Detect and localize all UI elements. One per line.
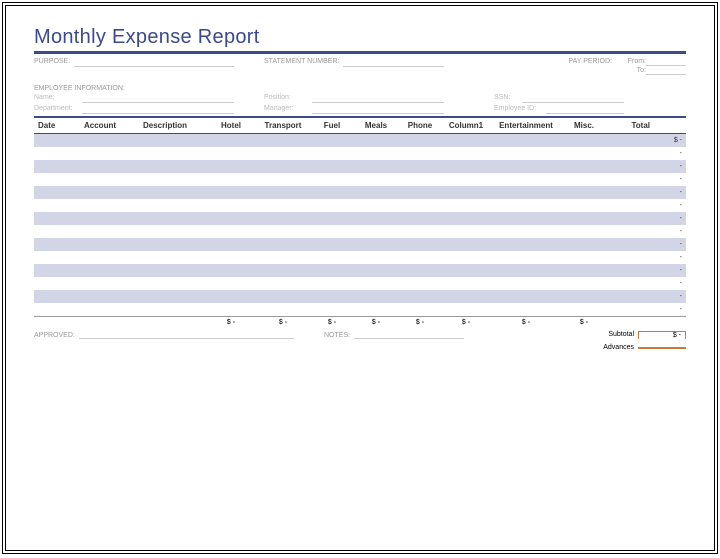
purpose-label: PURPOSE: [34, 58, 70, 75]
col-total: Total [606, 121, 654, 130]
total-phone: $ - [398, 319, 442, 326]
report-title: Monthly Expense Report [34, 26, 686, 54]
column-totals-row: $ - $ - $ - $ - $ - $ - $ - $ - [34, 316, 686, 328]
ssn-label: SSN: [494, 94, 522, 103]
from-field[interactable] [646, 58, 686, 66]
header-meta-row: PURPOSE: STATEMENT NUMBER: PAY PERIOD: F… [34, 58, 686, 75]
row-total: - [638, 293, 686, 300]
col-fuel: Fuel [310, 121, 354, 130]
table-row[interactable]: - [34, 147, 686, 160]
subtotal-label: Subtotal [586, 331, 638, 338]
table-row[interactable]: - [34, 251, 686, 264]
ssn-field[interactable] [522, 94, 624, 103]
row-total: - [638, 267, 686, 274]
total-transport: $ - [256, 319, 310, 326]
position-label: Position: [264, 94, 312, 103]
row-total: - [638, 254, 686, 261]
total-entertainment: $ - [490, 319, 562, 326]
row-total: - [638, 163, 686, 170]
total-hotel: $ - [206, 319, 256, 326]
approved-field[interactable] [79, 332, 294, 339]
table-row[interactable]: - [34, 199, 686, 212]
empid-field[interactable] [546, 105, 624, 114]
table-row[interactable]: - [34, 225, 686, 238]
to-label: To: [616, 67, 646, 75]
subtotal-value: $ - [638, 331, 686, 339]
employee-info-label: EMPLOYEE INFORMATION: [34, 85, 686, 92]
pay-period-label: PAY PERIOD: [522, 58, 612, 75]
col-column1: Column1 [442, 121, 490, 130]
name-label: Name: [34, 94, 82, 103]
purpose-field[interactable] [74, 58, 234, 67]
row-total: - [638, 306, 686, 313]
table-row[interactable]: - [34, 277, 686, 290]
table-header: Date Account Description Hotel Transport… [34, 116, 686, 134]
row-total: $ - [638, 137, 686, 144]
approved-label: APPROVED: [34, 332, 75, 339]
position-field[interactable] [312, 94, 444, 103]
department-field[interactable] [82, 105, 234, 114]
table-row[interactable]: - [34, 160, 686, 173]
row-total: - [638, 241, 686, 248]
total-fuel: $ - [310, 319, 354, 326]
table-row[interactable]: - [34, 290, 686, 303]
department-label: Department: [34, 105, 82, 114]
col-misc: Misc. [562, 121, 606, 130]
col-account: Account [76, 121, 124, 130]
empid-label: Employee ID: [494, 105, 546, 114]
total-misc: $ - [562, 319, 606, 326]
to-field[interactable] [646, 67, 686, 75]
table-row[interactable]: $ - [34, 134, 686, 147]
col-description: Description [124, 121, 206, 130]
advances-label: Advances [586, 344, 638, 351]
data-rows: $ - - - - - - - - - - - - - - [34, 134, 686, 316]
col-phone: Phone [398, 121, 442, 130]
name-field[interactable] [82, 94, 234, 103]
col-meals: Meals [354, 121, 398, 130]
col-date: Date [34, 121, 76, 130]
table-row[interactable]: - [34, 264, 686, 277]
notes-label: NOTES: [324, 332, 350, 339]
total-meals: $ - [354, 319, 398, 326]
statement-number-label: STATEMENT NUMBER: [264, 58, 339, 75]
col-transport: Transport [256, 121, 310, 130]
statement-number-field[interactable] [343, 58, 444, 67]
total-column1: $ - [442, 319, 490, 326]
table-row[interactable]: - [34, 303, 686, 316]
row-total: - [638, 202, 686, 209]
manager-field[interactable] [312, 105, 444, 114]
table-row[interactable]: - [34, 186, 686, 199]
from-label: From: [616, 58, 646, 66]
row-total: - [638, 215, 686, 222]
table-row[interactable]: - [34, 212, 686, 225]
row-total: - [638, 150, 686, 157]
table-row[interactable]: - [34, 173, 686, 186]
row-total: - [638, 228, 686, 235]
row-total: - [638, 189, 686, 196]
manager-label: Manager: [264, 105, 312, 114]
col-hotel: Hotel [206, 121, 256, 130]
row-total: - [638, 280, 686, 287]
col-entertainment: Entertainment [490, 121, 562, 130]
row-total: - [638, 176, 686, 183]
notes-field[interactable] [354, 332, 464, 339]
table-row[interactable]: - [34, 238, 686, 251]
advances-value[interactable] [638, 347, 686, 349]
